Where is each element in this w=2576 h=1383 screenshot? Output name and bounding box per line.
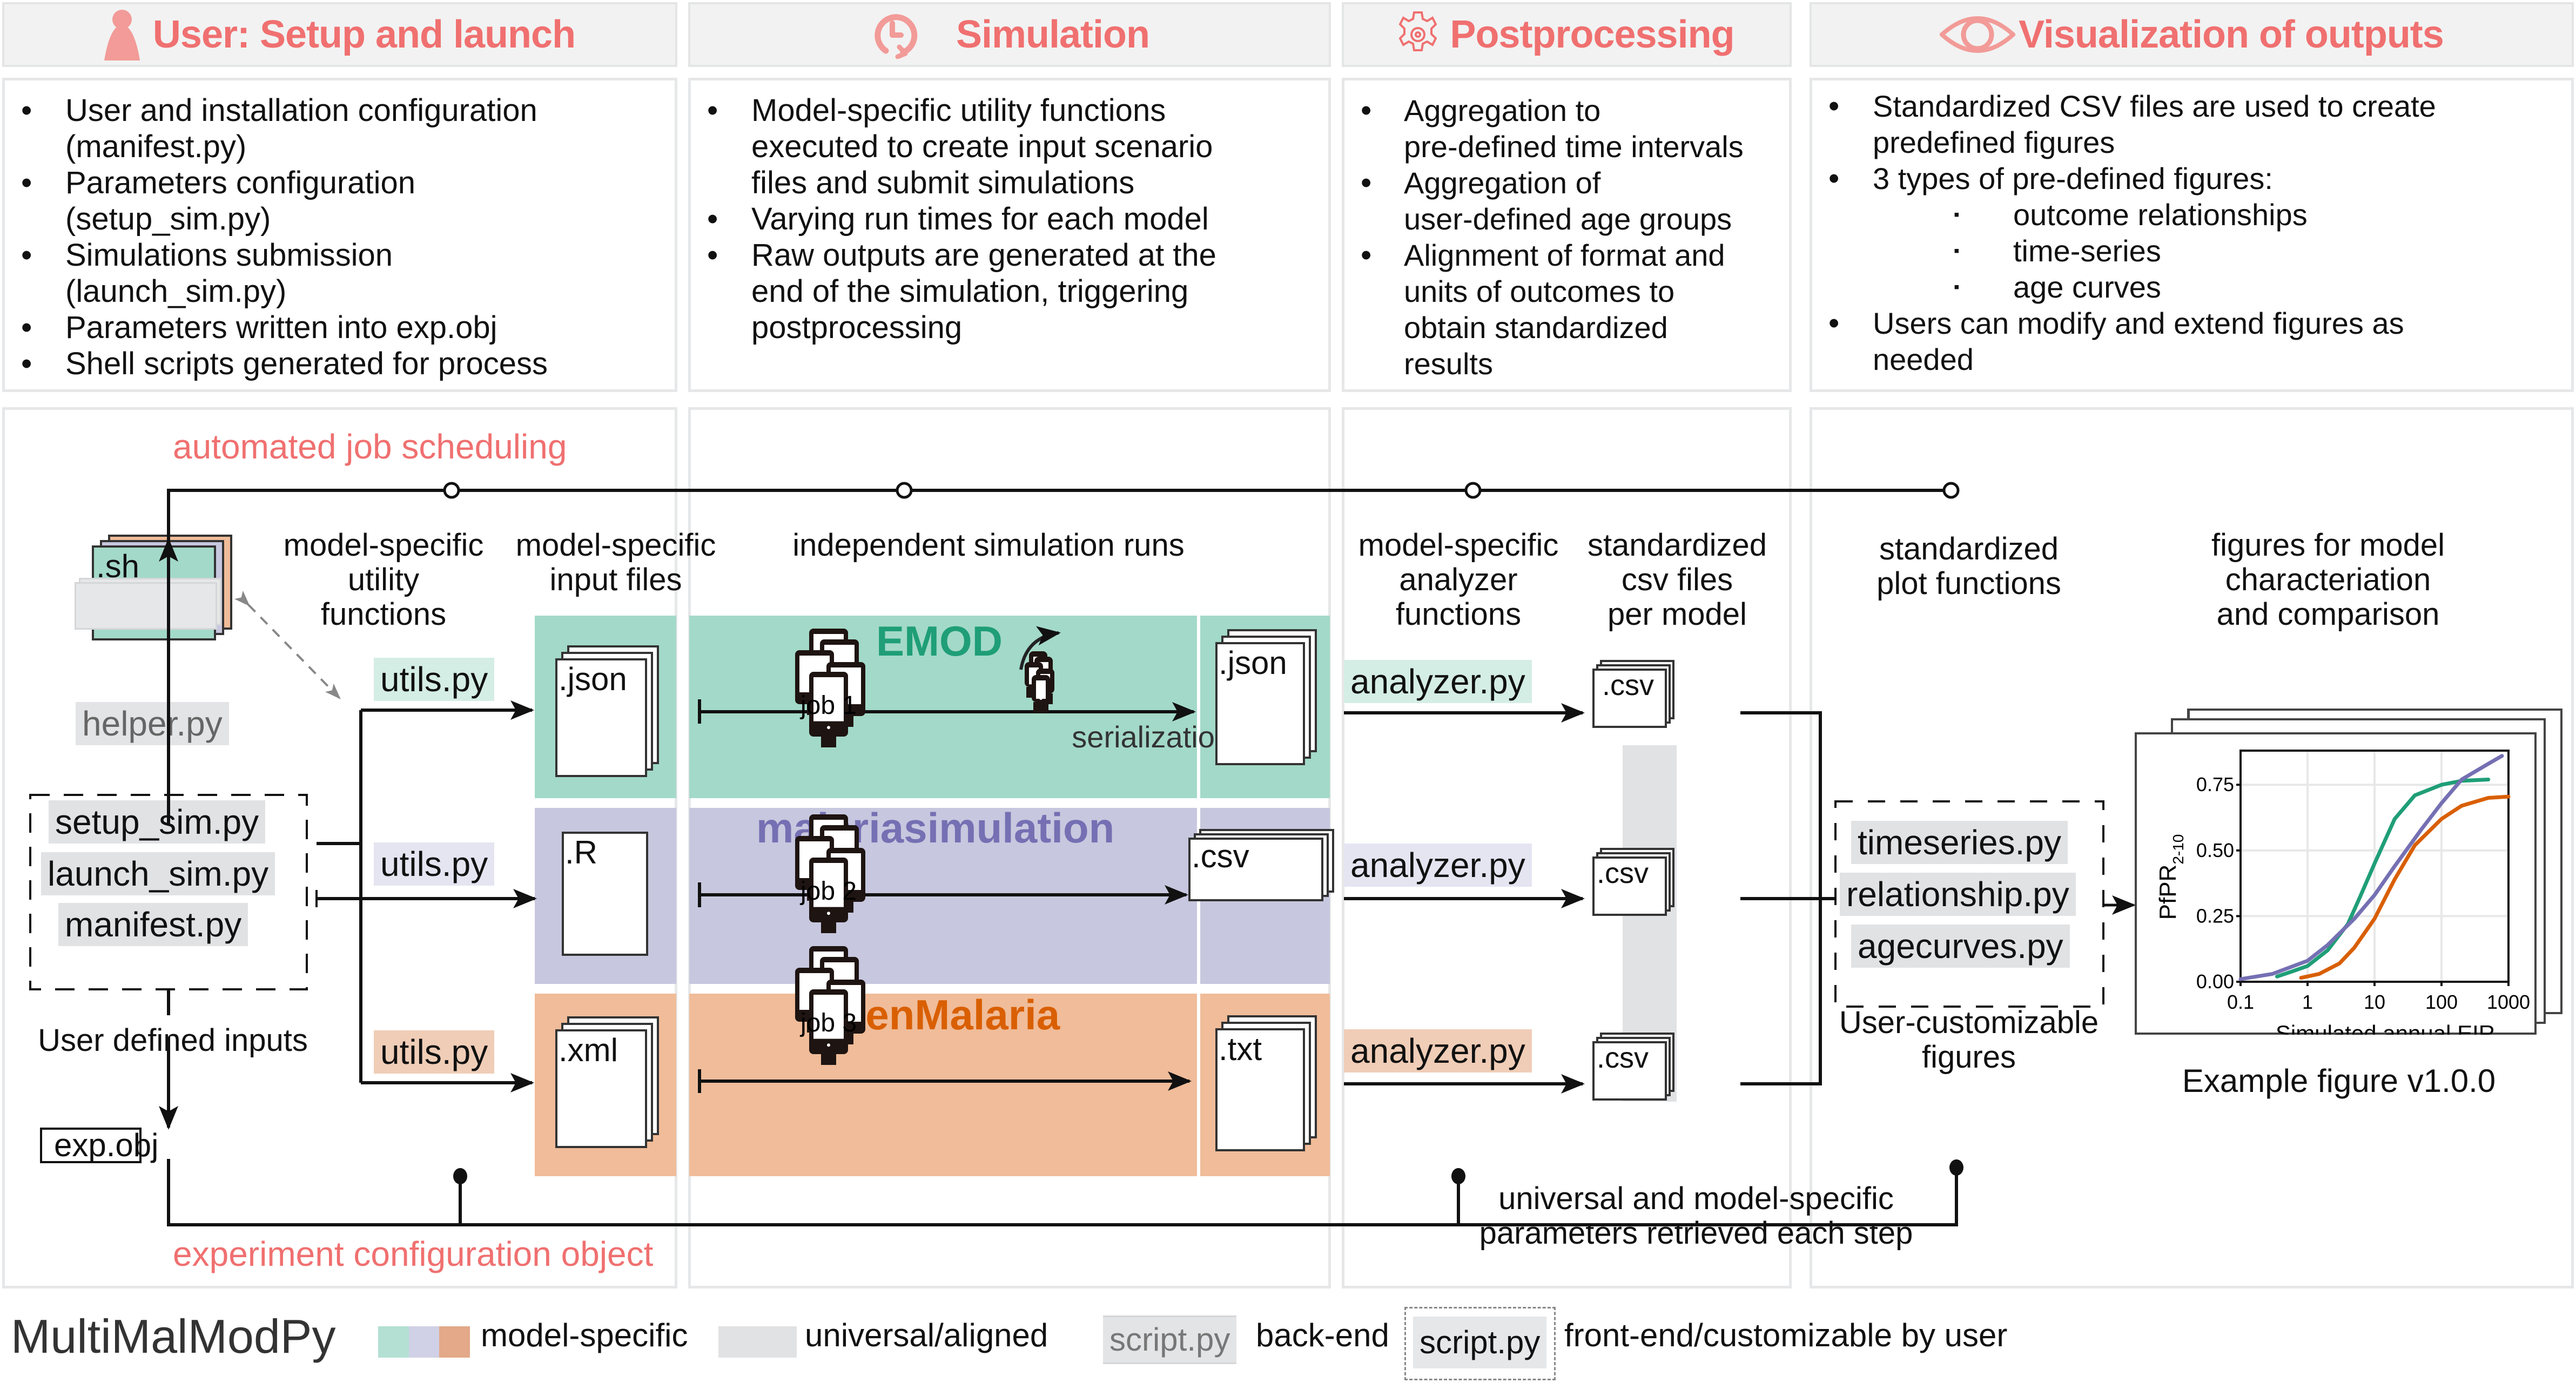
params-label: universal and model-specific parameters r…: [1479, 1181, 1913, 1251]
example-chart: 0.1 1 10 100 1000 0.00 0.25 0.50 0.75 Simulated a…: [2155, 750, 2530, 1035]
header-postprocessing: Postprocessing: [1342, 2, 1792, 67]
output-file-csv: .csv: [1188, 829, 1334, 915]
header-title: Postprocessing: [1450, 13, 1734, 56]
timeseries-script[interactable]: timeseries.py: [1851, 821, 2068, 864]
header-title: Simulation: [956, 13, 1150, 56]
backend-legend: back-end: [1256, 1317, 1389, 1353]
sub-bullet: age curves: [1812, 269, 2571, 305]
col-label-plot: standardized plot functions: [1876, 531, 2061, 601]
model-name-om: OpenMalaria: [807, 991, 1060, 1038]
manifest-script[interactable]: manifest.py: [58, 903, 248, 946]
model-name-emod: EMOD: [876, 617, 1003, 665]
bullet: Simulations submission(launch_sim.py): [5, 237, 675, 309]
app-name: MultiMalModPy: [11, 1310, 336, 1363]
std-csv-om: .csv: [1592, 1033, 1679, 1108]
y-axis-label: PfPR2-10: [2155, 834, 2187, 920]
col-label-figures: figures for model characteriation and comp…: [2211, 528, 2445, 632]
header-title: Visualization of outputs: [2019, 13, 2444, 56]
x-tick-label: 0.1: [2227, 991, 2254, 1013]
x-tick-label: 1000: [2487, 991, 2530, 1013]
clock-refresh-icon: [875, 14, 918, 59]
universal-swatch: [718, 1326, 797, 1358]
x-tick-label: 10: [2364, 991, 2385, 1013]
example-figure-caption: Example figure v1.0.0: [2182, 1063, 2496, 1099]
eye-icon: [1940, 16, 2016, 53]
input-file-xml: .xml: [555, 1016, 659, 1148]
exp-obj-box[interactable]: exp.obj: [40, 1127, 158, 1163]
frontend-legend: front-end/customizable by user: [1564, 1317, 2008, 1353]
header-setup: User: Setup and launch: [2, 2, 677, 67]
output-file-txt: .txt: [1215, 1015, 1318, 1161]
bullet: Aggregation topre-defined time intervals: [1344, 92, 1789, 165]
x-tick-label: 100: [2425, 991, 2458, 1013]
bullet: 3 types of pre-defined figures:: [1812, 160, 2571, 197]
model-specific-swatch: [378, 1326, 470, 1358]
backend-script-sample: script.py: [1103, 1315, 1237, 1364]
output-file-json: .json: [1215, 629, 1318, 775]
utils-emod[interactable]: utils.py: [374, 658, 495, 701]
helper-stack: [75, 574, 226, 630]
bullet: User and installation configuration(mani…: [5, 92, 675, 165]
analyzer-emod[interactable]: analyzer.py: [1344, 660, 1532, 703]
y-tick-label: 0.50: [2196, 839, 2234, 861]
input-file-json: .json: [555, 645, 659, 777]
bullet: Alignment of format andunits of outcomes…: [1344, 237, 1789, 382]
y-tick-label: 0.25: [2196, 905, 2234, 927]
y-tick-label: 0.00: [2196, 970, 2234, 993]
bullet: Varying run times for each model: [691, 201, 1328, 237]
bullet: Aggregation ofuser-defined age groups: [1344, 165, 1789, 237]
user-defined-inputs-label: User defined inputs: [38, 1023, 308, 1058]
col-label-utility: model-specific utility functions: [283, 528, 484, 632]
sub-bullet: time-series: [1812, 233, 2571, 269]
user-customizable-label: User-customizable figures: [1839, 1005, 2099, 1075]
gear-icon: [1399, 11, 1437, 51]
x-tick-label: 1: [2302, 991, 2313, 1013]
utils-om[interactable]: utils.py: [374, 1030, 495, 1074]
y-tick-label: 0.75: [2196, 773, 2234, 795]
std-csv-malsim: .csv: [1592, 848, 1679, 923]
bullet: Parameters written into exp.obj: [5, 309, 675, 346]
std-csv-emod: .csv: [1592, 660, 1679, 736]
person-icon: [104, 10, 140, 60]
automated-job-scheduling-label: automated job scheduling: [173, 427, 567, 466]
bullet: Users can modify and extend figures asne…: [1812, 305, 2571, 377]
description-visualization: Standardized CSV files are used to creat…: [1810, 78, 2574, 392]
analyzer-malsim[interactable]: analyzer.py: [1344, 844, 1532, 887]
utils-malsim[interactable]: utils.py: [374, 842, 495, 886]
col-label-csv: standardized csv files per model: [1587, 528, 1767, 632]
bullet: Shell scripts generated for process: [5, 346, 675, 382]
launch-sim-script[interactable]: launch_sim.py: [41, 852, 275, 895]
frontend-script-sample: script.py: [1413, 1317, 1547, 1368]
relationship-script[interactable]: relationship.py: [1840, 873, 2076, 916]
series-line-openmalaria: [2299, 794, 2511, 980]
input-file-r: .R: [562, 832, 654, 961]
bullet: Standardized CSV files are used to creat…: [1812, 88, 2571, 160]
col-label-runs: independent simulation runs: [792, 528, 1185, 563]
header-title: User: Setup and launch: [152, 13, 576, 56]
serialization-label: serialization: [1072, 720, 1232, 754]
description-setup: User and installation configuration(mani…: [2, 78, 677, 392]
bullet: Parameters configuration(setup_sim.py): [5, 165, 675, 237]
bullet: Raw outputs are generated at theend of t…: [691, 237, 1328, 346]
col-label-input: model-specific input files: [515, 528, 716, 597]
header-visualization: Visualization of outputs: [1810, 2, 2574, 67]
col-label-analyzer: model-specific analyzer functions: [1358, 528, 1559, 632]
universal-legend: universal/aligned: [805, 1317, 1048, 1353]
model-specific-legend: model-specific: [481, 1317, 688, 1353]
experiment-config-label: experiment configuration object: [173, 1234, 654, 1273]
setup-sim-script[interactable]: setup_sim.py: [49, 800, 266, 844]
sub-bullet: outcome relationships: [1812, 197, 2571, 233]
analyzer-om[interactable]: analyzer.py: [1344, 1029, 1532, 1072]
agecurves-script[interactable]: agecurves.py: [1851, 925, 2070, 968]
model-name-malsim: malariasimulation: [756, 804, 1115, 852]
description-simulation: Model-specific utility functionsexecuted…: [688, 78, 1331, 392]
helper-script[interactable]: helper.py: [76, 702, 229, 745]
x-axis-label: Simulated annual EIR: [2276, 1021, 2495, 1035]
header-simulation: Simulation: [688, 2, 1331, 67]
bullet: Model-specific utility functionsexecuted…: [691, 92, 1328, 201]
description-postprocessing: Aggregation topre-defined time intervals…: [1342, 78, 1792, 392]
